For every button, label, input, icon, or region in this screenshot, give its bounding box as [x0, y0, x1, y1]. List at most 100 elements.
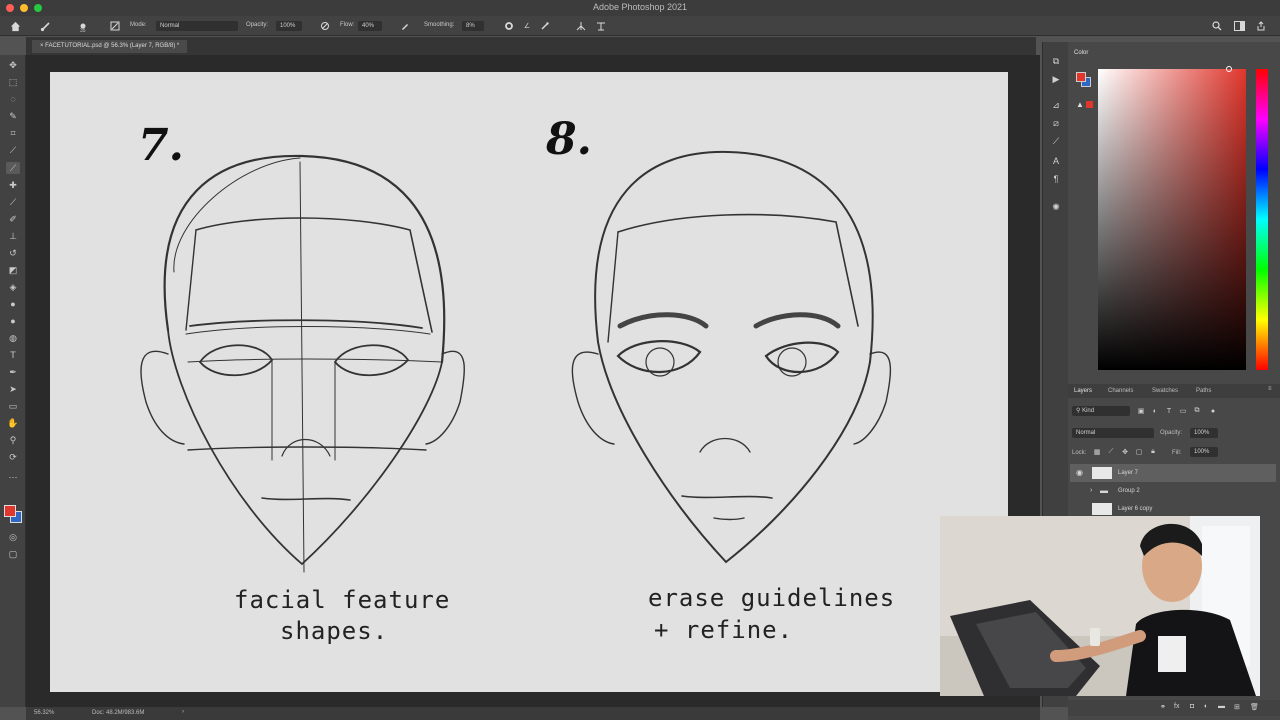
zoom-level[interactable]: 56.32%	[34, 710, 54, 716]
quick-mask-icon[interactable]: ◎	[6, 531, 20, 543]
group-expand-chevron-icon[interactable]: ›	[1090, 482, 1092, 500]
move-tool-icon[interactable]: ✥	[6, 59, 20, 71]
layer-filter-kind-select[interactable]: ⚲ Kind	[1072, 406, 1130, 416]
home-icon[interactable]	[8, 19, 22, 33]
dodge-tool-icon[interactable]: ●	[6, 315, 20, 327]
layer-thumbnail	[1092, 503, 1112, 515]
hand-tool-icon[interactable]: ✋	[6, 417, 20, 429]
blend-mode-select[interactable]: Normal	[1072, 428, 1154, 438]
mode-select[interactable]: Normal	[156, 21, 238, 31]
brush-settings-panel-icon[interactable]: ⧄	[1049, 116, 1063, 130]
eraser-tool-icon[interactable]: ◩	[6, 264, 20, 276]
lock-transparent-icon[interactable]: ▦	[1092, 447, 1102, 457]
quick-selection-tool-icon[interactable]: ✎	[6, 110, 20, 122]
flow-field[interactable]: 40%	[358, 21, 382, 31]
panel-menu-icon[interactable]: ≡	[1268, 386, 1272, 392]
symmetry-icon[interactable]	[574, 19, 588, 33]
opacity-field[interactable]: 100%	[276, 21, 302, 31]
history-panel-icon[interactable]: ⧉	[1049, 54, 1063, 68]
angle-icon[interactable]: ∠	[520, 19, 534, 33]
path-selection-tool-icon[interactable]: ➤	[6, 383, 20, 395]
color-panel-foreground-swatch[interactable]	[1076, 72, 1086, 82]
lasso-tool-icon[interactable]: ◌	[6, 93, 20, 105]
history-brush-tool-icon[interactable]: ↺	[6, 247, 20, 259]
pressure-size-icon[interactable]	[538, 19, 552, 33]
lock-image-icon[interactable]: ⟋	[1106, 447, 1116, 457]
foreground-color-swatch[interactable]	[4, 505, 16, 517]
zoom-tool-icon[interactable]: ⚲	[6, 434, 20, 446]
tab-channels[interactable]: Channels	[1108, 388, 1133, 394]
rotate-view-tool-icon[interactable]: ⟳	[6, 451, 20, 463]
web-color-swatch[interactable]	[1086, 101, 1093, 108]
symmetry-options-icon[interactable]	[594, 19, 608, 33]
paragraph-panel-icon[interactable]: ¶	[1049, 172, 1063, 186]
healing-brush-tool-icon[interactable]: ✚	[6, 179, 20, 191]
color-panel-title[interactable]: Color	[1074, 50, 1088, 56]
canvas-area[interactable]: 7. 8. facial feature shapes. erase guide…	[26, 55, 1040, 707]
crop-tool-icon[interactable]: ⌗	[6, 127, 20, 139]
new-group-icon[interactable]: ▬	[1218, 703, 1225, 710]
new-adjustment-layer-icon[interactable]: ◐	[1204, 703, 1208, 710]
type-tool-icon[interactable]: T	[6, 349, 20, 361]
smoothing-options-gear-icon[interactable]	[502, 19, 516, 33]
hue-slider[interactable]	[1256, 69, 1268, 370]
tab-paths[interactable]: Paths	[1196, 388, 1211, 394]
properties-panel-icon[interactable]: ✺	[1049, 200, 1063, 214]
title-bar: Adobe Photoshop 2021	[0, 0, 1280, 16]
fill-label: Fill:	[1172, 450, 1182, 456]
layer-row-layer-7[interactable]: ◉ Layer 7	[1070, 464, 1276, 482]
character-panel-icon[interactable]: A	[1049, 154, 1063, 168]
brush-settings-icon[interactable]	[108, 19, 122, 33]
tab-layers[interactable]: Layers	[1074, 388, 1092, 394]
workspace-icon[interactable]	[1232, 19, 1246, 33]
more-tools-icon[interactable]: ⋯	[6, 471, 20, 483]
paint-bucket-tool-icon[interactable]: ◈	[6, 281, 20, 293]
visibility-eye-icon[interactable]: ◉	[1076, 464, 1083, 482]
smoothing-field[interactable]: 8%	[462, 21, 484, 31]
screen-mode-icon[interactable]: ▢	[6, 548, 20, 560]
airbrush-icon[interactable]	[398, 19, 412, 33]
lock-position-icon[interactable]: ✥	[1120, 447, 1130, 457]
filter-toggle-icon[interactable]: ●	[1208, 406, 1218, 416]
layer-opacity-field[interactable]: 100%	[1190, 428, 1218, 438]
document-tab[interactable]: × FACETUTORIAL.psd @ 56.3% (Layer 7, RGB…	[32, 40, 188, 53]
search-icon[interactable]	[1210, 19, 1224, 33]
filter-adjustment-icon[interactable]: ◐	[1150, 406, 1160, 416]
blur-tool-icon[interactable]: ●	[6, 298, 20, 310]
lock-artboard-icon[interactable]: ▢	[1134, 447, 1144, 457]
tab-swatches[interactable]: Swatches	[1152, 388, 1178, 394]
pencil-tool-icon[interactable]: ✐	[6, 213, 20, 225]
lock-all-icon[interactable]: 🔒︎	[1148, 447, 1158, 457]
marquee-tool-icon[interactable]: ⬚	[6, 76, 20, 88]
artboard[interactable]: 7. 8. facial feature shapes. erase guide…	[50, 72, 1008, 692]
filter-shape-icon[interactable]: ▭	[1178, 406, 1188, 416]
brush-tool-icon[interactable]	[38, 19, 54, 33]
fill-field[interactable]: 100%	[1190, 447, 1218, 457]
warning-icon[interactable]: ▲	[1076, 100, 1084, 109]
filter-smart-object-icon[interactable]: ⧉	[1192, 406, 1202, 416]
delete-layer-icon[interactable]: 🗑︎	[1250, 703, 1259, 711]
actions-play-icon[interactable]: ▶	[1049, 72, 1063, 86]
layer-row-group-2[interactable]: › ▬ Group 2	[1070, 482, 1276, 500]
filter-pixel-icon[interactable]: ▣	[1136, 406, 1146, 416]
adjustments-icon[interactable]: ⊿	[1049, 98, 1063, 112]
link-layers-icon[interactable]: ⚭	[1160, 703, 1166, 711]
mixer-brush-tool-icon[interactable]: ⟋	[6, 196, 20, 208]
pressure-opacity-icon[interactable]	[318, 19, 332, 33]
add-mask-icon[interactable]: ◘	[1190, 703, 1194, 710]
pen-tool-icon[interactable]: ✒	[6, 366, 20, 378]
filter-type-icon[interactable]: T	[1164, 406, 1174, 416]
color-picker-field[interactable]	[1098, 69, 1246, 370]
rectangle-tool-icon[interactable]: ▭	[6, 400, 20, 412]
smudge-tool-icon[interactable]: ◍	[6, 332, 20, 344]
layer-style-fx-icon[interactable]: fx	[1174, 703, 1179, 710]
clone-stamp-tool-icon[interactable]: ⊥	[6, 230, 20, 242]
status-menu-arrow-icon[interactable]: ›	[182, 709, 184, 715]
share-icon[interactable]	[1254, 19, 1268, 33]
color-picker-marker[interactable]	[1226, 66, 1232, 72]
brush-tool-active-icon[interactable]: ⟋	[6, 162, 20, 174]
document-info[interactable]: Doc: 48.2M/983.6M	[92, 710, 144, 716]
new-layer-icon[interactable]: ⊞	[1234, 703, 1240, 711]
brushes-panel-icon[interactable]: ⟋	[1049, 134, 1063, 148]
eyedropper-tool-icon[interactable]: ⟋	[6, 144, 20, 156]
